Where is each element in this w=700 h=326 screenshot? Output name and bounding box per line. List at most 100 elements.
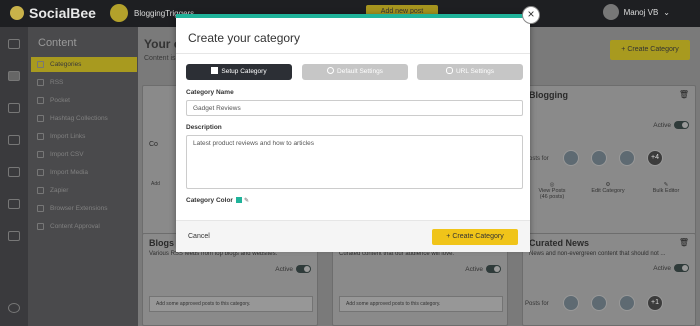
sidebar-item-browser-extensions[interactable]: Browser Extensions bbox=[31, 201, 137, 216]
category-card-blogging: Blogging 🗑 Active Posts for +4 ◎ View Pos… bbox=[522, 85, 696, 235]
card-description: News and non-evergreen content that shou… bbox=[529, 251, 666, 257]
analytics-icon[interactable] bbox=[8, 167, 20, 177]
trash-icon[interactable]: 🗑 bbox=[679, 238, 689, 247]
card-title: Blogs bbox=[149, 238, 175, 248]
step-setup-category[interactable]: Setup Category bbox=[186, 64, 292, 80]
card-title: Co bbox=[149, 141, 158, 148]
sidebar-item-import-csv[interactable]: Import CSV bbox=[31, 147, 137, 162]
sidebar-item-label: Import Media bbox=[50, 169, 88, 176]
active-toggle[interactable] bbox=[674, 264, 689, 272]
avatar bbox=[591, 295, 607, 311]
user-name: Manoj VB bbox=[623, 7, 659, 17]
step-label: URL Settings bbox=[455, 68, 495, 75]
description-textarea[interactable]: Latest product reviews and how to articl… bbox=[186, 135, 523, 189]
posts-for-label: Posts for bbox=[525, 301, 549, 307]
workspace-avatar bbox=[110, 4, 128, 22]
category-card-curated-news: Curated News 🗑 News and non-evergreen co… bbox=[522, 233, 696, 326]
folder-icon[interactable] bbox=[8, 71, 20, 81]
sidebar-item-import-links[interactable]: Import Links bbox=[31, 129, 137, 144]
avatar bbox=[591, 150, 607, 166]
sidebar-item-import-media[interactable]: Import Media bbox=[31, 165, 137, 180]
create-category-modal: Create your category Setup Category Defa… bbox=[176, 14, 530, 252]
close-icon[interactable]: × bbox=[522, 6, 540, 24]
modal-footer: Cancel + Create Category bbox=[176, 220, 530, 252]
description-label: Description bbox=[186, 124, 222, 131]
active-toggle[interactable] bbox=[486, 265, 501, 273]
avatar bbox=[619, 150, 635, 166]
list-icon[interactable] bbox=[8, 135, 20, 145]
sidebar-item-label: Browser Extensions bbox=[50, 205, 108, 212]
globe-icon[interactable] bbox=[8, 303, 20, 313]
sidebar-item-label: Hashtag Collections bbox=[50, 115, 108, 122]
sidebar-item-hashtags[interactable]: Hashtag Collections bbox=[31, 111, 137, 126]
bee-icon bbox=[10, 6, 24, 20]
sidebar-item-categories[interactable]: Categories bbox=[31, 57, 137, 72]
sidebar-item-label: Content Approval bbox=[50, 223, 100, 230]
step-default-settings[interactable]: Default Settings bbox=[302, 64, 408, 80]
user-menu[interactable]: Manoj VB ⌄ bbox=[602, 4, 670, 20]
card-title: Curated News bbox=[529, 238, 590, 248]
action-label: Edit Category bbox=[591, 188, 625, 194]
icon-rail bbox=[0, 27, 28, 326]
sidebar-item-zapier[interactable]: Zapier bbox=[31, 183, 137, 198]
active-label: Active bbox=[653, 265, 671, 272]
trash-icon[interactable]: 🗑 bbox=[679, 90, 689, 99]
image-icon bbox=[37, 169, 44, 176]
edit-category-button[interactable]: ⚙ Edit Category bbox=[583, 182, 633, 194]
color-swatch[interactable] bbox=[235, 197, 242, 203]
active-label: Active bbox=[275, 266, 293, 273]
cancel-button[interactable]: Cancel bbox=[188, 233, 210, 240]
category-color-label: Category Color bbox=[186, 197, 233, 204]
link-icon bbox=[445, 67, 453, 74]
sidebar-item-label: Import CSV bbox=[50, 151, 84, 158]
users-icon[interactable] bbox=[8, 231, 20, 241]
post-count: (46 posts) bbox=[539, 194, 565, 200]
active-label: Active bbox=[653, 122, 671, 129]
grid-icon bbox=[37, 61, 44, 68]
sidebar-title: Content bbox=[38, 37, 77, 49]
category-name-input[interactable]: Gadget Reviews bbox=[186, 100, 523, 116]
sidebar-item-label: Import Links bbox=[50, 133, 86, 140]
avatar bbox=[619, 295, 635, 311]
empty-posts-notice: Add some approved posts to this category… bbox=[149, 296, 313, 312]
extension-icon bbox=[37, 205, 44, 212]
rss-icon bbox=[37, 79, 44, 86]
bulk-editor-button[interactable]: ✎ Bulk Editor bbox=[641, 182, 691, 194]
card-title: Blogging bbox=[529, 90, 568, 100]
brand-name: SocialBee bbox=[29, 5, 96, 21]
create-category-button[interactable]: + Create Category bbox=[610, 40, 690, 60]
step-url-settings[interactable]: URL Settings bbox=[417, 64, 523, 80]
pocket-icon bbox=[37, 97, 44, 104]
sidebar-item-label: Categories bbox=[50, 61, 82, 68]
step-label: Setup Category bbox=[221, 68, 267, 75]
empty-posts-notice: Add some approved posts to this category… bbox=[339, 296, 503, 312]
action-label: Bulk Editor bbox=[652, 188, 680, 194]
calendar-icon[interactable] bbox=[8, 103, 20, 113]
pencil-icon[interactable]: ✎ bbox=[244, 197, 249, 204]
grid-icon bbox=[211, 67, 219, 74]
chevron-down-icon: ⌄ bbox=[663, 7, 670, 17]
gear-icon bbox=[327, 67, 335, 74]
avatar bbox=[563, 295, 579, 311]
active-label: Active bbox=[465, 266, 483, 273]
step-label: Default Settings bbox=[337, 68, 383, 75]
hashtag-icon bbox=[37, 115, 44, 122]
active-toggle[interactable] bbox=[296, 265, 311, 273]
page-title: Your c bbox=[144, 37, 181, 51]
view-posts-button[interactable]: ◎ View Posts (46 posts) bbox=[527, 182, 577, 200]
modal-title: Create your category bbox=[188, 31, 301, 45]
sidebar-item-pocket[interactable]: Pocket bbox=[31, 93, 137, 108]
dashboard-icon[interactable] bbox=[8, 39, 20, 49]
sidebar-item-label: RSS bbox=[50, 79, 64, 86]
more-accounts-badge[interactable]: +1 bbox=[647, 295, 663, 311]
active-toggle[interactable] bbox=[674, 121, 689, 129]
link-icon bbox=[37, 133, 44, 140]
card-placeholder: Add bbox=[151, 181, 160, 187]
cloud-icon[interactable] bbox=[8, 199, 20, 209]
create-category-submit-button[interactable]: + Create Category bbox=[432, 229, 518, 245]
logo[interactable]: SocialBee bbox=[10, 5, 96, 21]
more-accounts-badge[interactable]: +4 bbox=[647, 150, 663, 166]
sidebar-item-content-approval[interactable]: Content Approval bbox=[31, 219, 137, 234]
sidebar-item-rss[interactable]: RSS bbox=[31, 75, 137, 90]
content-sidebar: Content Categories RSS Pocket Hashtag Co… bbox=[28, 27, 138, 326]
